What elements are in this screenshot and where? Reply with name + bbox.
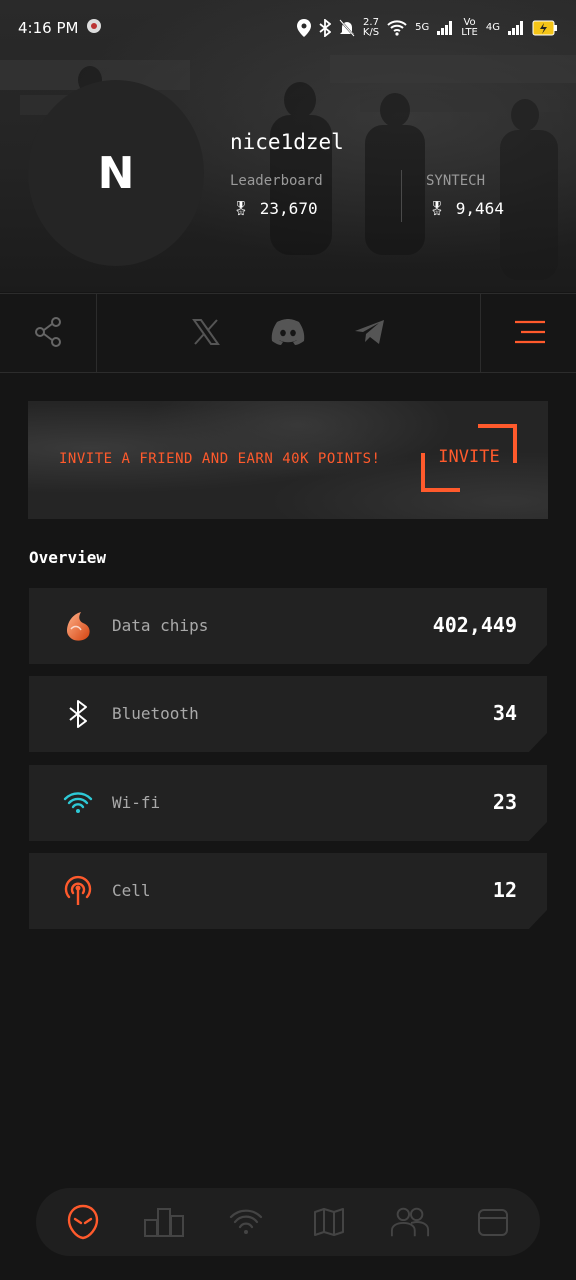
x-icon[interactable] xyxy=(186,312,226,352)
alien-home-icon[interactable] xyxy=(63,1202,103,1242)
medal-icon: 🎖 xyxy=(232,200,250,217)
social-divider xyxy=(96,294,97,372)
row-value: 12 xyxy=(492,878,517,902)
row-label: Data chips xyxy=(112,616,209,635)
signal-icon xyxy=(437,21,453,35)
invite-banner: INVITE A FRIEND AND EARN 40K POINTS! INV… xyxy=(28,401,548,519)
team-icon[interactable] xyxy=(390,1202,430,1242)
wifi-icon xyxy=(387,20,407,36)
avatar-letter: N xyxy=(97,147,135,199)
row-value: 23 xyxy=(492,790,517,814)
battery-icon xyxy=(532,20,557,36)
leaderboard-value: 23,670 xyxy=(259,199,318,218)
invite-button-label: INVITE xyxy=(438,447,500,467)
volte-bottom: LTE xyxy=(461,27,478,38)
net-speed: 2.7 K/S xyxy=(363,18,379,38)
username: nice1dzel xyxy=(230,130,344,154)
location-icon xyxy=(296,19,311,37)
signal-icon-2 xyxy=(508,21,523,35)
overview-row-wifi[interactable]: Wi-fi 23 xyxy=(29,765,547,841)
overview-row-cell[interactable]: Cell 12 xyxy=(29,853,547,929)
status-time: 4:16 PM xyxy=(18,19,79,37)
row-label: Cell xyxy=(112,881,151,900)
medal-icon: 🎖 xyxy=(428,200,446,217)
sim1-type: 5G xyxy=(415,22,430,33)
discord-icon[interactable] xyxy=(268,312,308,352)
volte-badge: Vo LTE xyxy=(461,18,478,38)
invite-button[interactable]: INVITE xyxy=(420,423,518,493)
status-bar: 4:16 PM 2.7 K/S 5G Vo LTE 4G xyxy=(0,0,576,56)
overview-title: Overview xyxy=(29,548,107,567)
data-chip-icon xyxy=(61,609,95,643)
social-divider xyxy=(480,294,481,372)
cell-tower-icon xyxy=(61,874,95,908)
row-label: Wi-fi xyxy=(112,793,161,812)
bluetooth-icon xyxy=(319,19,331,37)
bluetooth-icon xyxy=(61,697,95,731)
map-icon[interactable] xyxy=(309,1202,349,1242)
profile-header: 4:16 PM 2.7 K/S 5G Vo LTE 4G N nice1dzel… xyxy=(0,0,576,292)
overview-row-bluetooth[interactable]: Bluetooth 34 xyxy=(29,676,547,752)
row-value: 34 xyxy=(492,701,517,725)
bottom-nav xyxy=(36,1188,540,1256)
wifi-icon xyxy=(61,786,95,820)
app-notification-icon xyxy=(86,18,102,38)
wifi-scan-icon[interactable] xyxy=(226,1202,266,1242)
stat-divider xyxy=(401,170,402,222)
sim2-type: 4G xyxy=(485,22,500,33)
telegram-icon[interactable] xyxy=(350,312,390,352)
social-bar xyxy=(0,293,576,373)
share-icon[interactable] xyxy=(28,312,68,352)
row-label: Bluetooth xyxy=(112,704,199,723)
invite-text: INVITE A FRIEND AND EARN 40K POINTS! xyxy=(59,451,381,467)
mute-icon xyxy=(339,19,355,37)
net-speed-unit: K/S xyxy=(362,27,380,38)
row-value: 402,449 xyxy=(432,613,517,637)
syntech-label: SYNTECH xyxy=(426,173,486,189)
menu-icon[interactable] xyxy=(510,312,550,352)
syntech-stat[interactable]: 🎖 9,464 xyxy=(428,199,504,218)
leaderboard-label: Leaderboard xyxy=(230,173,323,189)
overview-row-data-chips[interactable]: Data chips 402,449 xyxy=(29,588,547,664)
wallet-icon[interactable] xyxy=(473,1202,513,1242)
leaderboard-stat[interactable]: 🎖 23,670 xyxy=(232,199,318,218)
syntech-value: 9,464 xyxy=(455,199,504,218)
avatar[interactable]: N xyxy=(28,80,204,266)
leaderboard-icon[interactable] xyxy=(144,1202,184,1242)
